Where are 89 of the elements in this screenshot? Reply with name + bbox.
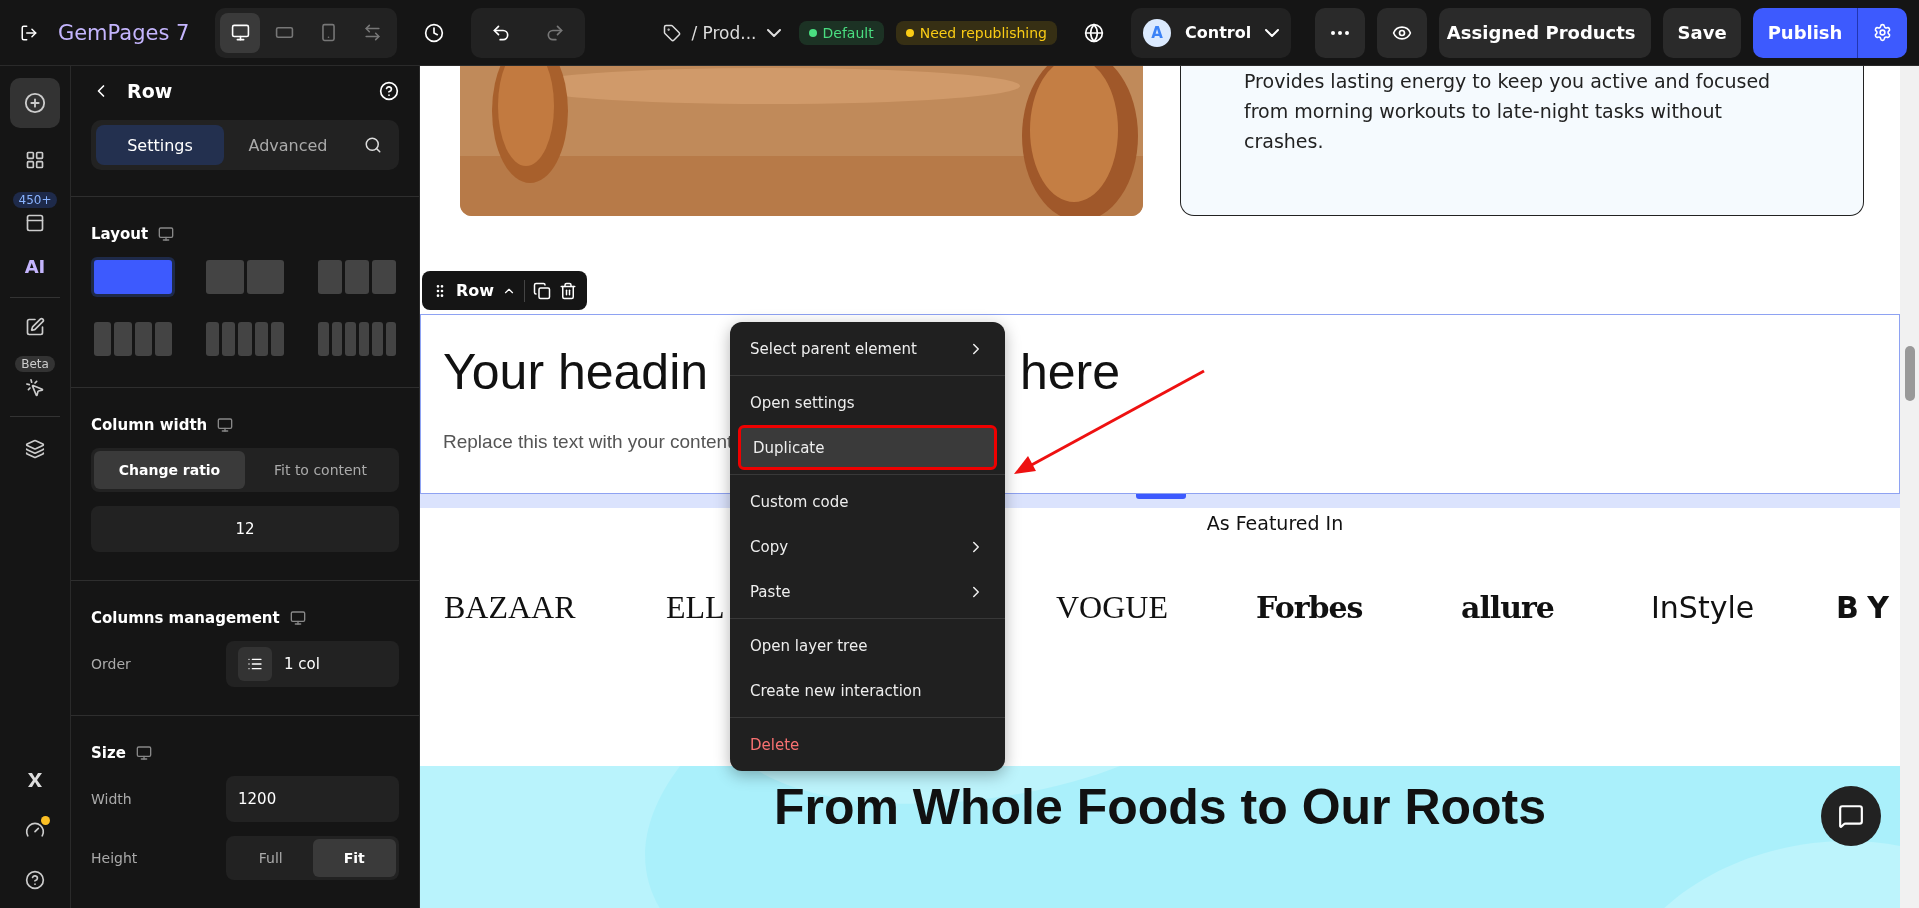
status-badge: Default (798, 20, 884, 45)
width-field[interactable]: 1200 (226, 776, 399, 822)
notification-dot (41, 816, 50, 825)
height-option[interactable]: Full (229, 839, 313, 877)
gauge-icon (25, 820, 45, 840)
ratio-option[interactable]: Change ratio (94, 451, 245, 489)
height-option[interactable]: Fit (312, 839, 396, 877)
heading: Your headin (443, 343, 709, 401)
brand-logo: VOGUE (1056, 588, 1168, 625)
globe-icon (1084, 22, 1104, 43)
desktop-icon (289, 610, 306, 626)
menu-item[interactable]: Paste (738, 569, 997, 614)
section-title: Size (91, 744, 126, 762)
menu-item[interactable]: Delete (738, 722, 997, 767)
chevron-down-icon (1265, 28, 1280, 37)
fit-width-icon (362, 23, 382, 42)
desktop-icon (217, 417, 234, 433)
chevron-down-icon (766, 28, 781, 37)
menu-item[interactable]: Copy (738, 524, 997, 569)
toolbar-label[interactable]: Row (456, 281, 495, 300)
status-badge: Need republishing (895, 20, 1057, 45)
ai-button[interactable]: AI (18, 250, 52, 283)
duplicate-icon[interactable] (533, 281, 552, 300)
menu-item[interactable]: Open layer tree (738, 623, 997, 668)
brand-logo: allure (1461, 589, 1554, 625)
section-title: Column width (91, 416, 208, 434)
preview-button[interactable] (1377, 7, 1428, 58)
edit-icon (25, 317, 45, 337)
field-label: Order (91, 656, 132, 672)
more-icon (1330, 30, 1351, 35)
redo-icon (545, 22, 566, 43)
desktop-icon (135, 745, 152, 761)
tag-icon (663, 23, 682, 42)
grid-icon (25, 150, 45, 170)
avatar: A (1143, 18, 1171, 47)
assigned-products-dropdown[interactable]: Assigned Products (1439, 7, 1652, 58)
template-icon (25, 213, 45, 233)
menu-item[interactable]: Duplicate (738, 425, 997, 470)
paragraph: Replace this text with your content (443, 431, 733, 453)
field-label: Height (91, 850, 139, 866)
brand-logo: Forbes (1256, 589, 1363, 625)
page-selector[interactable]: / Prod... (657, 21, 787, 44)
chat-icon (1838, 803, 1864, 829)
help-icon[interactable] (379, 81, 399, 101)
search-icon[interactable] (364, 136, 382, 154)
layers-icon (25, 439, 45, 459)
ratio-field[interactable]: 12 (91, 506, 399, 552)
monitor-icon (230, 23, 250, 42)
delete-icon[interactable] (559, 281, 578, 300)
order-field[interactable]: 1 col (226, 641, 399, 687)
help-icon (25, 870, 45, 890)
menu-item[interactable]: Open settings (738, 380, 997, 425)
variant-selector[interactable]: A Control (1131, 7, 1292, 58)
ratio-option[interactable]: Fit to content (245, 451, 396, 489)
beta-badge: Beta (15, 356, 55, 372)
variant-label: Control (1185, 23, 1252, 42)
section-title: Columns management (91, 609, 280, 627)
list-icon (238, 647, 272, 681)
clock-icon (424, 22, 445, 43)
menu-item[interactable]: Select parent element (738, 326, 997, 371)
resize-handle[interactable] (1136, 494, 1186, 499)
panel-tab[interactable]: Advanced (224, 125, 352, 165)
brand-logo: BY (1836, 589, 1899, 625)
desktop-icon (158, 226, 175, 242)
panel-tab[interactable]: Settings (96, 125, 224, 165)
add-icon (24, 92, 46, 114)
brand-logo: BAZAAR (444, 588, 576, 625)
settings-icon (1873, 23, 1892, 42)
heading: here (1020, 343, 1121, 401)
add-element-button[interactable] (10, 78, 60, 128)
scrollbar[interactable] (1905, 346, 1915, 401)
settings-button[interactable] (1857, 7, 1907, 58)
save-button[interactable]: Save (1663, 7, 1741, 58)
brand-logo: InStyle (1651, 589, 1755, 625)
publish-button[interactable]: Publish (1753, 7, 1857, 58)
menu-item[interactable]: Create new interaction (738, 668, 997, 713)
feature-text: Provides lasting energy to keep you active and focused from morning workouts to late-night tasks without crashes. (1244, 69, 1772, 154)
device-view-button[interactable] (220, 12, 261, 53)
brand-logo: ELL (666, 588, 725, 625)
section-heading: From Whole Foods to Our Roots (773, 778, 1547, 836)
count-badge: 450+ (12, 192, 58, 208)
featured-title: As Featured In (1206, 512, 1344, 534)
layout-option[interactable] (91, 257, 175, 297)
brand-name: GemPages 7 (57, 20, 190, 45)
section-title: Layout (91, 225, 149, 243)
pointer-click-icon (25, 378, 45, 398)
field-label: Width (91, 791, 133, 807)
x-icon (25, 770, 45, 790)
panel-title: Row (127, 80, 174, 102)
